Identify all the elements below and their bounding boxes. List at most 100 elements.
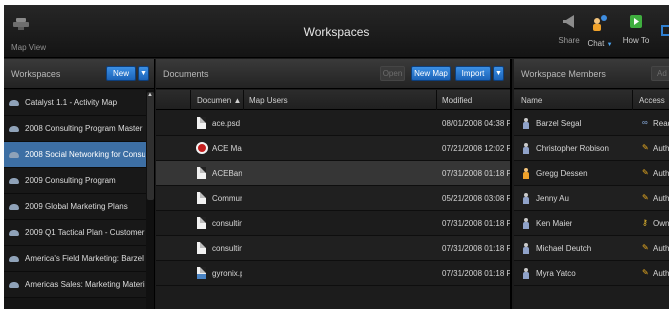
column-divider	[632, 90, 633, 110]
how-to-button[interactable]: How To	[616, 15, 656, 55]
document-modified: 05/21/2008 03:08 PM	[442, 194, 512, 203]
chevron-down-icon: ▼	[495, 70, 502, 77]
member-name: Jenny Au	[536, 194, 569, 203]
ace-logo-icon	[196, 142, 208, 154]
workspace-item[interactable]: America's Field Marketing: Barzel	[4, 246, 146, 272]
member-row[interactable]: Michael Deutch ✎ Author	[514, 236, 669, 261]
document-row[interactable]: gyronix.psd 07/31/2008 01:18 PM	[156, 261, 510, 286]
new-workspace-menu-button[interactable]: ▼	[138, 66, 149, 81]
column-divider	[436, 90, 437, 110]
pencil-icon: ✎	[642, 168, 649, 177]
import-button[interactable]: Import	[455, 66, 491, 81]
column-modified[interactable]: Modified	[442, 96, 472, 105]
member-row[interactable]: Gregg Dessen ✎ Author	[514, 161, 669, 186]
members-rows: Barzel Segal ∞ Reader Christopher Robison ✎ A…	[514, 111, 669, 286]
document-name: consultingm	[212, 219, 242, 228]
documents-title: Documents	[163, 69, 209, 79]
scrollbar-thumb[interactable]	[147, 92, 154, 200]
document-name: ACEBanner	[212, 169, 242, 178]
member-name: Ken Maier	[536, 219, 573, 228]
user-body	[523, 147, 529, 154]
members-title: Workspace Members	[521, 69, 606, 79]
workspace-icon	[9, 152, 19, 158]
user-icon	[523, 243, 529, 254]
new-workspace-button[interactable]: New	[106, 66, 136, 81]
document-row[interactable]: ace.psd 08/01/2008 04:38 PM	[156, 111, 510, 136]
glasses-icon: ∞	[642, 118, 648, 127]
document-icon	[197, 117, 206, 129]
column-divider	[243, 90, 244, 110]
workspace-icon	[9, 230, 19, 236]
documents-rows: ace.psd 08/01/2008 04:38 PM ACE Market 07/2…	[156, 111, 512, 286]
members-panel: Workspace Members Ad Name Access Barzel …	[514, 59, 669, 309]
document-row[interactable]: ACEBanner 07/31/2008 01:18 PM	[156, 161, 512, 186]
sort-ascending-icon: ▲	[233, 96, 242, 105]
column-document[interactable]: Documen ▲	[197, 96, 241, 105]
new-map-button[interactable]: New Map	[411, 66, 451, 81]
user-icon	[523, 193, 529, 204]
column-map-users[interactable]: Map Users	[249, 96, 288, 105]
workspace-icon	[9, 282, 19, 288]
document-row[interactable]: consultingm 07/31/2008 01:18 PM	[156, 211, 510, 236]
member-row[interactable]: Ken Maier ⚷ Owner	[514, 211, 669, 236]
image-document-icon	[197, 267, 206, 279]
user-body	[523, 272, 529, 279]
open-button[interactable]: Open	[380, 66, 405, 81]
member-access: Reader	[653, 119, 669, 128]
scroll-up-icon[interactable]: ▲	[147, 92, 153, 98]
workspaces-header: Workspaces New ▼	[4, 59, 154, 89]
top-bar: Map View Workspaces Share Chat ▼ How To	[4, 5, 669, 58]
user-icon	[523, 118, 529, 129]
window-edge-icon[interactable]	[661, 25, 669, 36]
member-access: Author	[653, 269, 669, 278]
member-row[interactable]: Myra Yatco ✎ Author	[514, 261, 669, 286]
document-row[interactable]: ACE Market 07/21/2008 12:02 PM	[156, 136, 510, 161]
document-name: gyronix.psd	[212, 269, 242, 278]
member-row[interactable]: Jenny Au ✎ Author	[514, 186, 669, 211]
chat-label-row: Chat ▼	[580, 39, 620, 48]
workspace-item[interactable]: 2008 Social Networking for Consultants	[4, 142, 146, 168]
workspace-item[interactable]: Catalyst 1.1 - Activity Map	[4, 90, 146, 116]
workspace-item[interactable]: 2009 Consulting Program	[4, 168, 146, 194]
workspace-label: America's Field Marketing: Barzel	[25, 254, 144, 263]
document-row[interactable]: Community ( 05/21/2008 03:08 PM	[156, 186, 512, 211]
play-icon	[630, 15, 642, 28]
member-name: Christopher Robison	[536, 144, 609, 153]
members-table-header: Name Access	[514, 90, 669, 110]
document-row[interactable]: consultingsi 07/31/2008 01:18 PM	[156, 236, 512, 261]
workspace-item[interactable]: 2008 Consulting Program Master	[4, 116, 146, 142]
chat-button[interactable]: Chat ▼	[580, 15, 620, 55]
workspace-label: 2009 Consulting Program	[25, 176, 116, 185]
user-body	[523, 122, 529, 129]
document-name: ACE Market	[212, 144, 242, 153]
workspace-icon	[9, 178, 19, 184]
document-icon	[197, 242, 206, 254]
workspaces-title: Workspaces	[11, 69, 61, 79]
add-member-button[interactable]: Ad	[651, 66, 669, 81]
column-divider	[190, 90, 191, 110]
column-name[interactable]: Name	[521, 96, 542, 105]
member-name: Barzel Segal	[536, 119, 582, 128]
workspace-label: 2008 Consulting Program Master	[25, 124, 143, 133]
workspaces-panel: Workspaces New ▼ Catalyst 1.1 - Activity…	[4, 59, 155, 309]
document-modified: 07/31/2008 01:18 PM	[442, 244, 512, 253]
pencil-icon: ✎	[642, 243, 649, 252]
document-name: Community (	[212, 194, 242, 203]
import-menu-button[interactable]: ▼	[493, 66, 504, 81]
workspace-item[interactable]: 2009 Q1 Tactical Plan - Customer Acquisi…	[4, 220, 146, 246]
column-access[interactable]: Access	[639, 96, 665, 105]
documents-table-header: Documen ▲ Map Users Modified	[156, 90, 510, 110]
member-row[interactable]: Barzel Segal ∞ Reader	[514, 111, 669, 136]
member-name: Gregg Dessen	[536, 169, 588, 178]
workspace-label: Americas Sales: Marketing Material	[25, 280, 145, 289]
workspace-scrollbar[interactable]: ▲	[146, 90, 154, 309]
member-row[interactable]: Christopher Robison ✎ Author	[514, 136, 669, 161]
workspace-list: Catalyst 1.1 - Activity Map 2008 Consulti…	[4, 90, 146, 298]
user-body	[523, 222, 529, 229]
document-modified: 07/31/2008 01:18 PM	[442, 169, 512, 178]
document-icon	[197, 167, 206, 179]
workspace-item[interactable]: Americas Sales: Marketing Material	[4, 272, 146, 298]
map-view-label: Map View	[11, 43, 46, 52]
workspace-item[interactable]: 2009 Global Marketing Plans	[4, 194, 146, 220]
member-access: Author	[653, 144, 669, 153]
